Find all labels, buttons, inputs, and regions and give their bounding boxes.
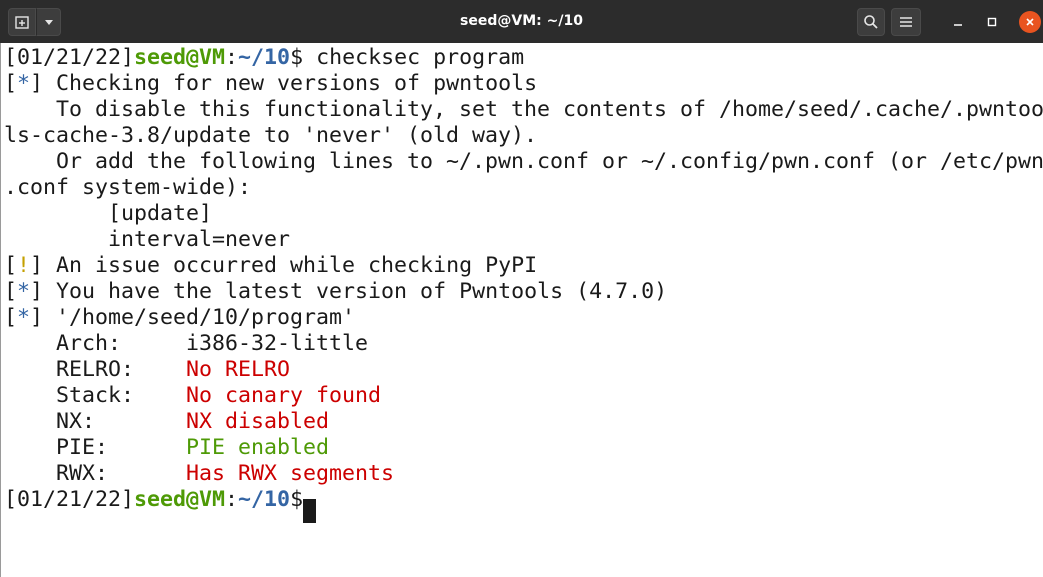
output-line: [!] An issue occurred while checking PyP…: [4, 253, 537, 279]
prompt-date: [01/21/22]: [4, 487, 135, 512]
checksec-relro: RELRO: No RELRO: [4, 357, 290, 383]
info-mark: *: [17, 305, 31, 330]
checksec-value: No canary found: [186, 383, 382, 408]
output-line: To disable this functionality, set the c…: [4, 97, 1043, 122]
output-line: [update]: [4, 201, 213, 226]
output-line: .conf system-wide):: [4, 175, 252, 200]
prompt-colon: :: [225, 45, 239, 70]
maximize-button[interactable]: [981, 11, 1003, 33]
prompt-date: [01/21/22]: [4, 45, 135, 70]
prompt-dollar: $: [290, 487, 304, 512]
checksec-label: NX:: [4, 409, 187, 434]
checksec-value: No RELRO: [186, 357, 291, 382]
checksec-arch: Arch: i386-32-little: [4, 331, 368, 357]
output-line: [*] Checking for new versions of pwntool…: [4, 71, 537, 97]
command-prompt-line: [01/21/22]seed@VM:~/10$: [4, 487, 303, 513]
text-cursor: [303, 499, 316, 523]
checksec-label: RWX:: [4, 461, 187, 486]
command-text: checksec program: [316, 45, 525, 70]
warning-mark: !: [17, 253, 31, 278]
bracket-close: ]: [30, 71, 44, 96]
output-text: '/home/seed/10/program': [43, 305, 356, 330]
output-line: Or add the following lines to ~/.pwn.con…: [4, 149, 1043, 174]
checksec-label: Arch:: [4, 331, 187, 356]
output-line: interval=never: [4, 227, 291, 252]
checksec-label: Stack:: [4, 383, 187, 408]
checksec-rwx: RWX: Has RWX segments: [4, 461, 394, 487]
terminal-output[interactable]: [01/21/22]seed@VM:~/10$ checksec program…: [0, 43, 1043, 577]
checksec-pie: PIE: PIE enabled: [4, 435, 329, 461]
close-button[interactable]: [1019, 11, 1041, 33]
output-line: [*] '/home/seed/10/program': [4, 305, 355, 331]
tab-menu-button[interactable]: [36, 8, 61, 36]
chevron-down-icon: [44, 20, 53, 25]
search-button[interactable]: [857, 8, 885, 36]
checksec-label: PIE:: [4, 435, 187, 460]
bracket-close: ]: [30, 279, 44, 304]
bracket-open: [: [4, 71, 18, 96]
prompt-dollar: $: [290, 45, 317, 70]
checksec-nx: NX: NX disabled: [4, 409, 329, 435]
output-text: Checking for new versions of pwntools: [43, 71, 538, 96]
checksec-value: Has RWX segments: [186, 461, 395, 486]
minimize-button[interactable]: [947, 11, 969, 33]
checksec-value: NX disabled: [186, 409, 330, 434]
search-icon: [864, 15, 878, 29]
prompt-colon: :: [225, 487, 239, 512]
maximize-icon: [987, 17, 997, 27]
bracket-open: [: [4, 253, 18, 278]
command-prompt-line: [01/21/22]seed@VM:~/10$ checksec program: [4, 45, 524, 71]
bracket-close: ]: [30, 253, 44, 278]
new-tab-button[interactable]: [8, 8, 36, 36]
prompt-path: ~/10: [238, 45, 291, 70]
prompt-path: ~/10: [238, 487, 291, 512]
info-mark: *: [17, 279, 31, 304]
bracket-open: [: [4, 305, 18, 330]
minimize-icon: [954, 24, 962, 26]
checksec-stack: Stack: No canary found: [4, 383, 381, 409]
checksec-value: PIE enabled: [186, 435, 330, 460]
output-text: An issue occurred while checking PyPI: [43, 253, 538, 278]
new-tab-icon: [15, 16, 29, 29]
menu-button[interactable]: [891, 8, 921, 36]
checksec-value: i386-32-little: [186, 331, 369, 356]
info-mark: *: [17, 71, 31, 96]
bracket-close: ]: [30, 305, 44, 330]
output-text: You have the latest version of Pwntools …: [43, 279, 668, 304]
prompt-user-host: seed@VM: [134, 45, 226, 70]
close-icon: [1026, 18, 1034, 26]
output-line: [*] You have the latest version of Pwnto…: [4, 279, 667, 305]
hamburger-menu-icon: [900, 17, 912, 27]
title-bar: seed@VM: ~/10: [0, 0, 1043, 43]
prompt-user-host: seed@VM: [134, 487, 226, 512]
bracket-open: [: [4, 279, 18, 304]
output-line: ls-cache-3.8/update to 'never' (old way)…: [4, 123, 538, 148]
window-title: seed@VM: ~/10: [460, 13, 583, 29]
checksec-label: RELRO:: [4, 357, 187, 382]
